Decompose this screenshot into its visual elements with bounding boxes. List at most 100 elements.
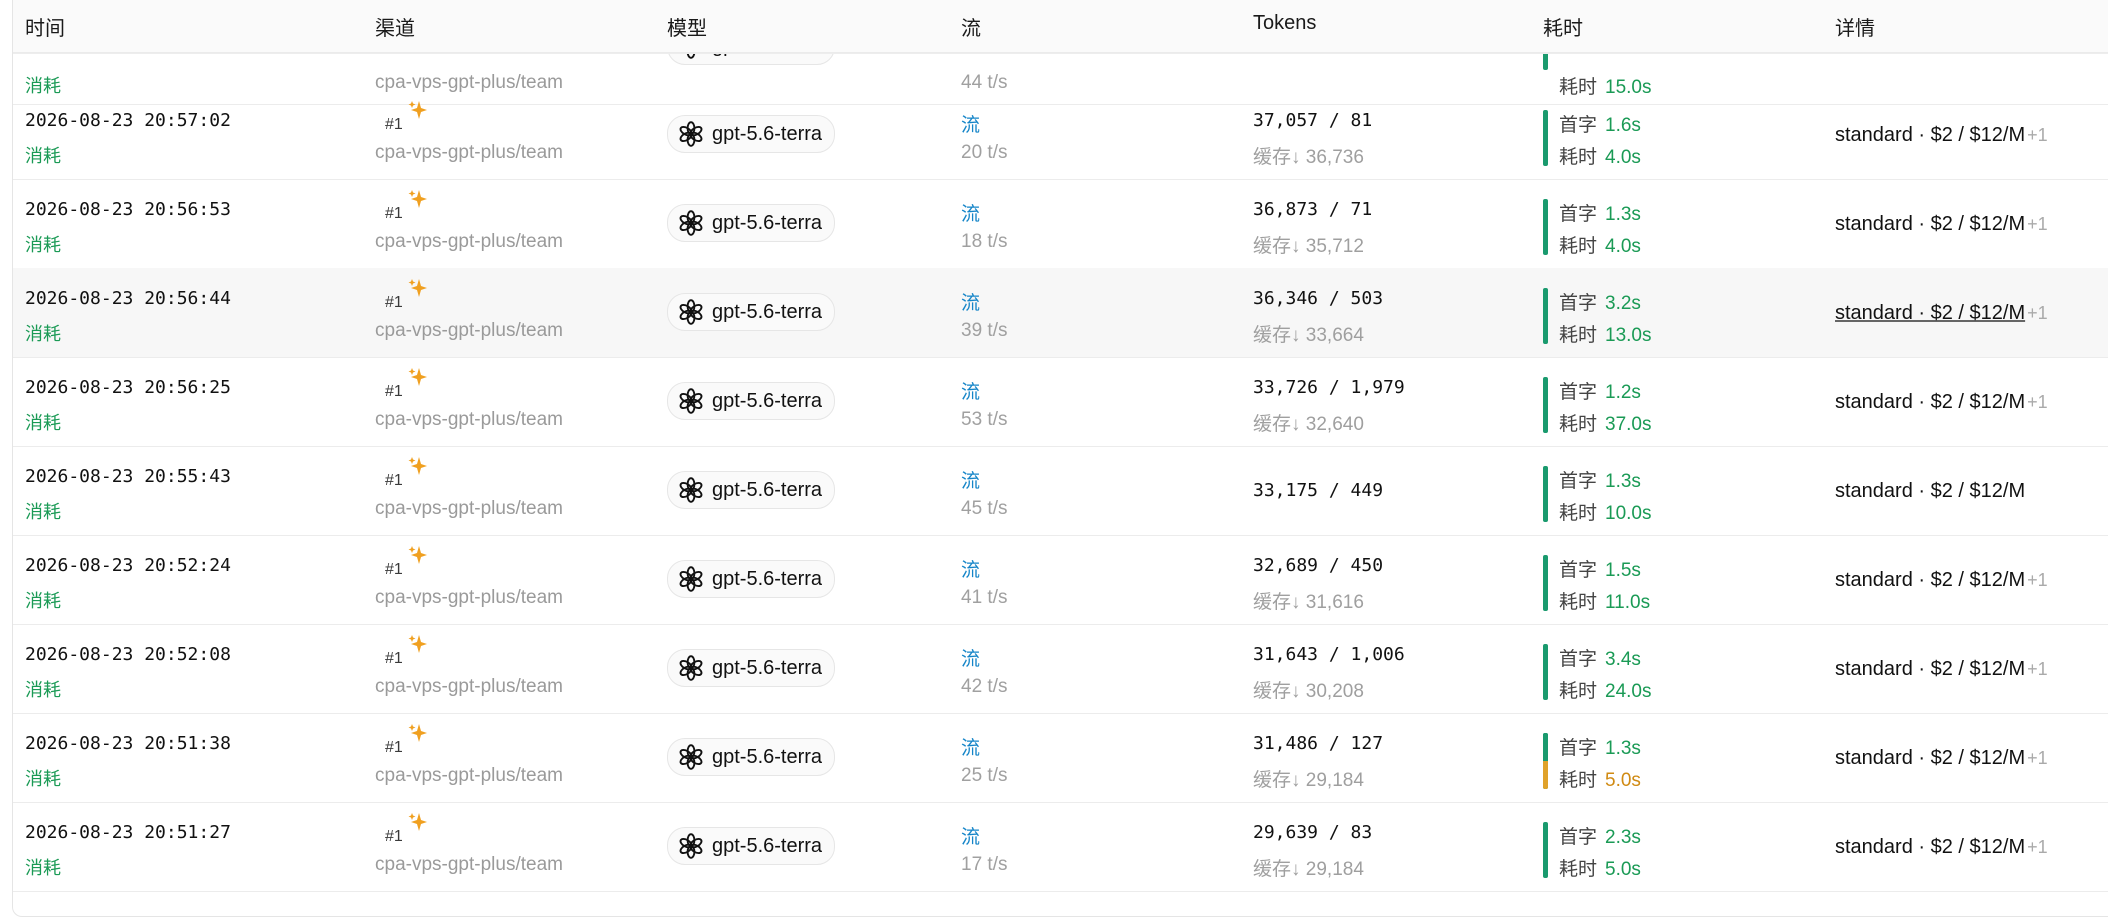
timestamp: 2026-08-23 20:52:08 — [25, 644, 231, 665]
model-tag[interactable]: gpt-5.6-terra — [667, 382, 836, 420]
model-tag[interactable]: gpt-5.6-terra — [667, 649, 836, 687]
header-duration[interactable]: 耗时 — [1543, 12, 1583, 41]
pricing-detail-link[interactable]: standard · $2 / $12/M +1 — [1835, 569, 2048, 592]
token-rate: 39 t/s — [961, 320, 1008, 341]
extra-count-badge: +1 — [2027, 837, 2048, 857]
pricing-detail-link[interactable]: standard · $2 / $12/M +1 — [1835, 391, 2048, 414]
channel-id[interactable]: #1 — [385, 294, 403, 312]
cache-tokens: 缓存↓ 29,184 — [1253, 859, 1364, 880]
header-stream[interactable]: 流 — [961, 12, 981, 41]
log-type-badge: 消耗 — [25, 146, 61, 166]
table-row[interactable]: 2026-08-23 20:57:02 消耗 #1 cpa-vps-gpt-plus/… — [13, 90, 2108, 180]
pricing-detail-text: standard · $2 / $12/M — [1835, 213, 2026, 235]
channel-id[interactable]: #1 — [385, 472, 403, 490]
log-type-badge: 消耗 — [25, 324, 61, 344]
table-row[interactable]: 2026-08-23 20:55:43 消耗 #1 cpa-vps-gpt-plus/… — [13, 446, 2108, 536]
model-name: gpt-5.6-terra — [712, 122, 823, 145]
channel-id[interactable]: #1 — [385, 561, 403, 579]
model-name: gpt-5.6-terra — [712, 567, 823, 590]
extra-count-badge: +1 — [2027, 748, 2048, 768]
table-row[interactable]: 2026-08-23 20:52:08 消耗 #1 cpa-vps-gpt-plus/… — [13, 624, 2108, 714]
stream-label: 流 — [961, 560, 981, 581]
stream-label: 流 — [961, 738, 981, 759]
model-name: gpt-5.6-terra — [712, 745, 823, 768]
latency-bar — [1543, 733, 1548, 789]
sparkle-icon — [408, 634, 428, 656]
table-row[interactable]: 2026-08-23 20:51:38 消耗 #1 cpa-vps-gpt-plus/… — [13, 713, 2108, 803]
channel-name: cpa-vps-gpt-plus/team — [375, 142, 563, 163]
channel-id[interactable]: #1 — [385, 828, 403, 846]
sparkle-icon — [408, 723, 428, 745]
model-name: gpt-5.6-terra — [712, 834, 823, 857]
model-name: gpt-5.6-terra — [712, 478, 823, 501]
header-tokens[interactable]: Tokens — [1253, 12, 1316, 35]
table-row[interactable]: 2026-08-23 20:52:24 消耗 #1 cpa-vps-gpt-plus/… — [13, 535, 2108, 625]
pricing-detail-link[interactable]: standard · $2 / $12/M +1 — [1835, 836, 2048, 859]
model-tag[interactable]: gpt-5.6-terra — [667, 293, 836, 331]
log-type-badge: 消耗 — [25, 413, 61, 433]
token-rate: 53 t/s — [961, 409, 1008, 430]
sparkle-icon — [408, 367, 428, 389]
token-counts: 36,873 / 71 — [1253, 199, 1373, 220]
pricing-detail-text: standard · $2 / $12/M — [1835, 569, 2026, 591]
total-duration: 耗时 10.0s — [1559, 503, 1652, 524]
channel-id[interactable]: #1 — [385, 739, 403, 757]
cache-tokens: 缓存↓ 36,736 — [1253, 147, 1364, 168]
channel-name: cpa-vps-gpt-plus/team — [375, 320, 563, 341]
total-duration: 耗时 11.0s — [1559, 592, 1651, 613]
table-row[interactable]: 2026-08-23 20:56:53 消耗 #1 cpa-vps-gpt-plus/… — [13, 179, 2108, 269]
channel-id[interactable]: #1 — [385, 205, 403, 223]
log-type-badge: 消耗 — [25, 502, 61, 522]
log-type-badge: 消耗 — [25, 858, 61, 878]
first-token-time: 首字 1.5s — [1559, 560, 1641, 581]
extra-count-badge: +1 — [2027, 659, 2048, 679]
pricing-detail-link[interactable]: standard · $2 / $12/M — [1835, 480, 2025, 503]
channel-id[interactable]: #1 — [385, 116, 403, 134]
model-name: gpt-5.6-terra — [712, 211, 823, 234]
token-counts: 37,057 / 81 — [1253, 110, 1373, 131]
openai-logo-icon — [678, 477, 704, 503]
pricing-detail-link[interactable]: standard · $2 / $12/M +1 — [1835, 747, 2048, 770]
table-row[interactable]: 2026-08-23 20:51:27 消耗 #1 cpa-vps-gpt-plus/… — [13, 802, 2108, 892]
log-type-badge: 消耗 — [25, 680, 61, 700]
first-token-time: 首字 3.2s — [1559, 293, 1641, 314]
pricing-detail-link[interactable]: standard · $2 / $12/M +1 — [1835, 213, 2048, 236]
model-tag[interactable]: gpt-5.6-terra — [667, 827, 836, 865]
model-tag[interactable]: gpt-5.6-terra — [667, 471, 836, 509]
stream-label: 流 — [961, 293, 981, 314]
token-rate: 18 t/s — [961, 231, 1008, 252]
pricing-detail-text: standard · $2 / $12/M — [1835, 747, 2026, 769]
timestamp: 2026-08-23 20:57:02 — [25, 110, 231, 131]
first-token-time: 首字 3.4s — [1559, 649, 1641, 670]
latency-bar — [1543, 110, 1548, 166]
header-channel[interactable]: 渠道 — [375, 12, 415, 41]
model-tag[interactable]: gpt-5.6-terra — [667, 560, 836, 598]
token-counts: 33,175 / 449 — [1253, 480, 1384, 501]
channel-id[interactable]: #1 — [385, 383, 403, 401]
timestamp: 2026-08-23 20:56:25 — [25, 377, 231, 398]
log-type-badge: 消耗 — [25, 235, 61, 255]
token-rate: 25 t/s — [961, 765, 1008, 786]
channel-id[interactable]: #1 — [385, 650, 403, 668]
openai-logo-icon — [678, 566, 704, 592]
extra-count-badge: +1 — [2027, 392, 2048, 412]
total-duration: 耗时 37.0s — [1559, 414, 1652, 435]
model-tag[interactable]: gpt-5.6-terra — [667, 204, 836, 242]
log-type-badge: 消耗 — [25, 769, 61, 789]
pricing-detail-link[interactable]: standard · $2 / $12/M +1 — [1835, 302, 2048, 325]
table-row[interactable]: 2026-08-23 20:56:25 消耗 #1 cpa-vps-gpt-plus/… — [13, 357, 2108, 447]
model-tag[interactable]: gpt-5.6-terra — [667, 115, 836, 153]
header-detail[interactable]: 详情 — [1835, 12, 1875, 41]
pricing-detail-link[interactable]: standard · $2 / $12/M +1 — [1835, 658, 2048, 681]
pricing-detail-link[interactable]: standard · $2 / $12/M +1 — [1835, 124, 2048, 147]
model-tag[interactable]: gpt-5.6-terra — [667, 738, 836, 776]
table-row[interactable]: 2026-08-23 20:56:44 消耗 #1 cpa-vps-gpt-plus/… — [13, 268, 2108, 358]
cache-tokens: 缓存↓ 29,184 — [1253, 770, 1364, 791]
header-time[interactable]: 时间 — [25, 12, 65, 41]
channel-name: cpa-vps-gpt-plus/team — [375, 765, 563, 786]
channel-name: cpa-vps-gpt-plus/team — [375, 676, 563, 697]
header-model[interactable]: 模型 — [667, 12, 707, 41]
cache-tokens: 缓存↓ 33,664 — [1253, 325, 1364, 346]
channel-name: cpa-vps-gpt-plus/team — [375, 231, 563, 252]
first-token-time: 首字 1.3s — [1559, 471, 1641, 492]
